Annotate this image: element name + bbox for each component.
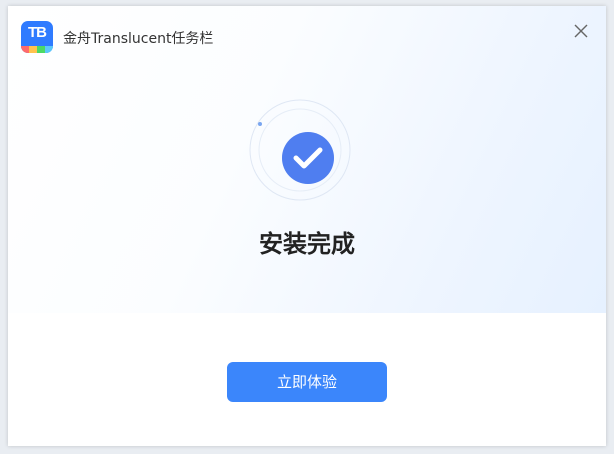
installer-window: TB 金舟Translucent任务栏 安装完成 立即体验: [8, 6, 606, 446]
logo-stripe-yellow: [29, 46, 37, 53]
app-logo: TB: [21, 21, 53, 53]
window-title: 金舟Translucent任务栏: [63, 31, 214, 47]
try-now-button[interactable]: 立即体验: [227, 362, 387, 402]
logo-stripe-blue: [45, 46, 53, 53]
check-circle-icon: [282, 132, 334, 184]
app-logo-stripes: [21, 46, 53, 53]
success-graphic: [248, 98, 352, 202]
title-bar: TB 金舟Translucent任务栏: [8, 6, 606, 64]
app-logo-text: TB: [28, 24, 47, 41]
success-rings: [249, 99, 351, 201]
close-button[interactable]: [571, 21, 591, 41]
logo-stripe-red: [21, 46, 29, 53]
install-complete-title: 安装完成: [259, 230, 355, 258]
close-icon: [574, 24, 588, 38]
logo-stripe-green: [37, 46, 45, 53]
